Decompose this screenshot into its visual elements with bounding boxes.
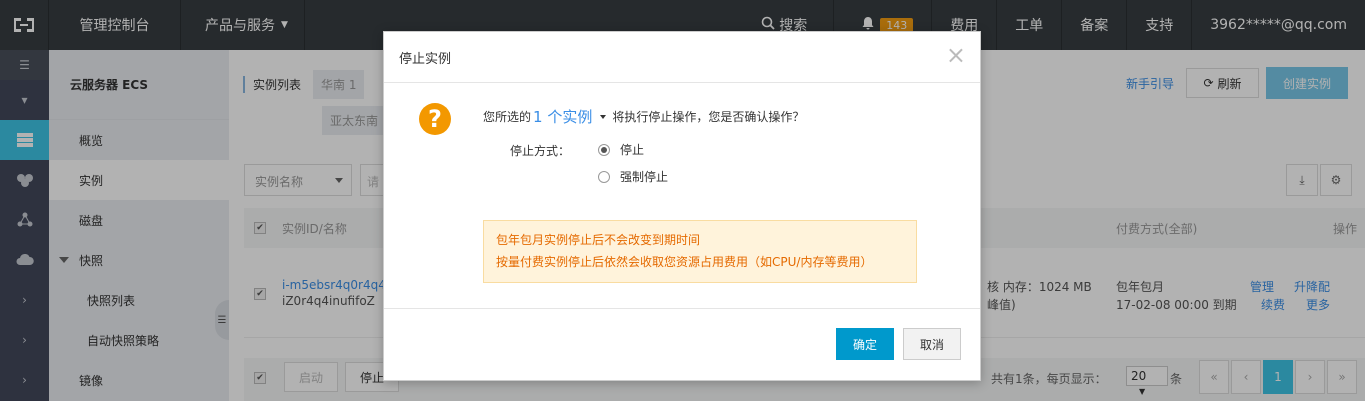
cancel-button[interactable]: 取消 (903, 328, 961, 360)
radio-button[interactable] (598, 170, 610, 183)
dialog-title: 停止实例 (384, 32, 980, 83)
warning-line: 包年包月实例停止后不会改变到期时间 (496, 233, 701, 247)
selected-count-link[interactable]: 1 个实例 (533, 106, 592, 127)
radio-label: 强制停止 (620, 170, 669, 184)
confirm-button[interactable]: 确定 (836, 328, 894, 360)
warning-box: 包年包月实例停止后不会改变到期时间 按量付费实例停止后依然会收取您资源占用费用（… (483, 220, 917, 283)
dialog-footer: 确定 取消 (384, 308, 980, 380)
chevron-down-icon[interactable] (600, 114, 607, 119)
radio-label: 停止 (620, 143, 645, 157)
radio-stop[interactable]: 停止 (598, 141, 644, 158)
close-icon[interactable]: × (946, 43, 966, 67)
question-icon: ? (419, 103, 451, 135)
message-suffix: 将执行停止操作，您是否确认操作？ (612, 110, 805, 124)
stop-instance-dialog: 停止实例 × ? 您所选的 1 个实例 将执行停止操作，您是否确认操作？ 停止方… (383, 31, 981, 381)
stop-method-label: 停止方式： (510, 144, 571, 158)
message-prefix: 您所选的 (483, 110, 532, 124)
radio-button[interactable] (598, 143, 610, 156)
radio-force-stop[interactable]: 强制停止 (598, 168, 668, 185)
warning-line: 按量付费实例停止后依然会收取您资源占用费用（如CPU/内存等费用） (496, 255, 873, 269)
confirm-message: 您所选的 1 个实例 将执行停止操作，您是否确认操作？ (483, 106, 804, 127)
